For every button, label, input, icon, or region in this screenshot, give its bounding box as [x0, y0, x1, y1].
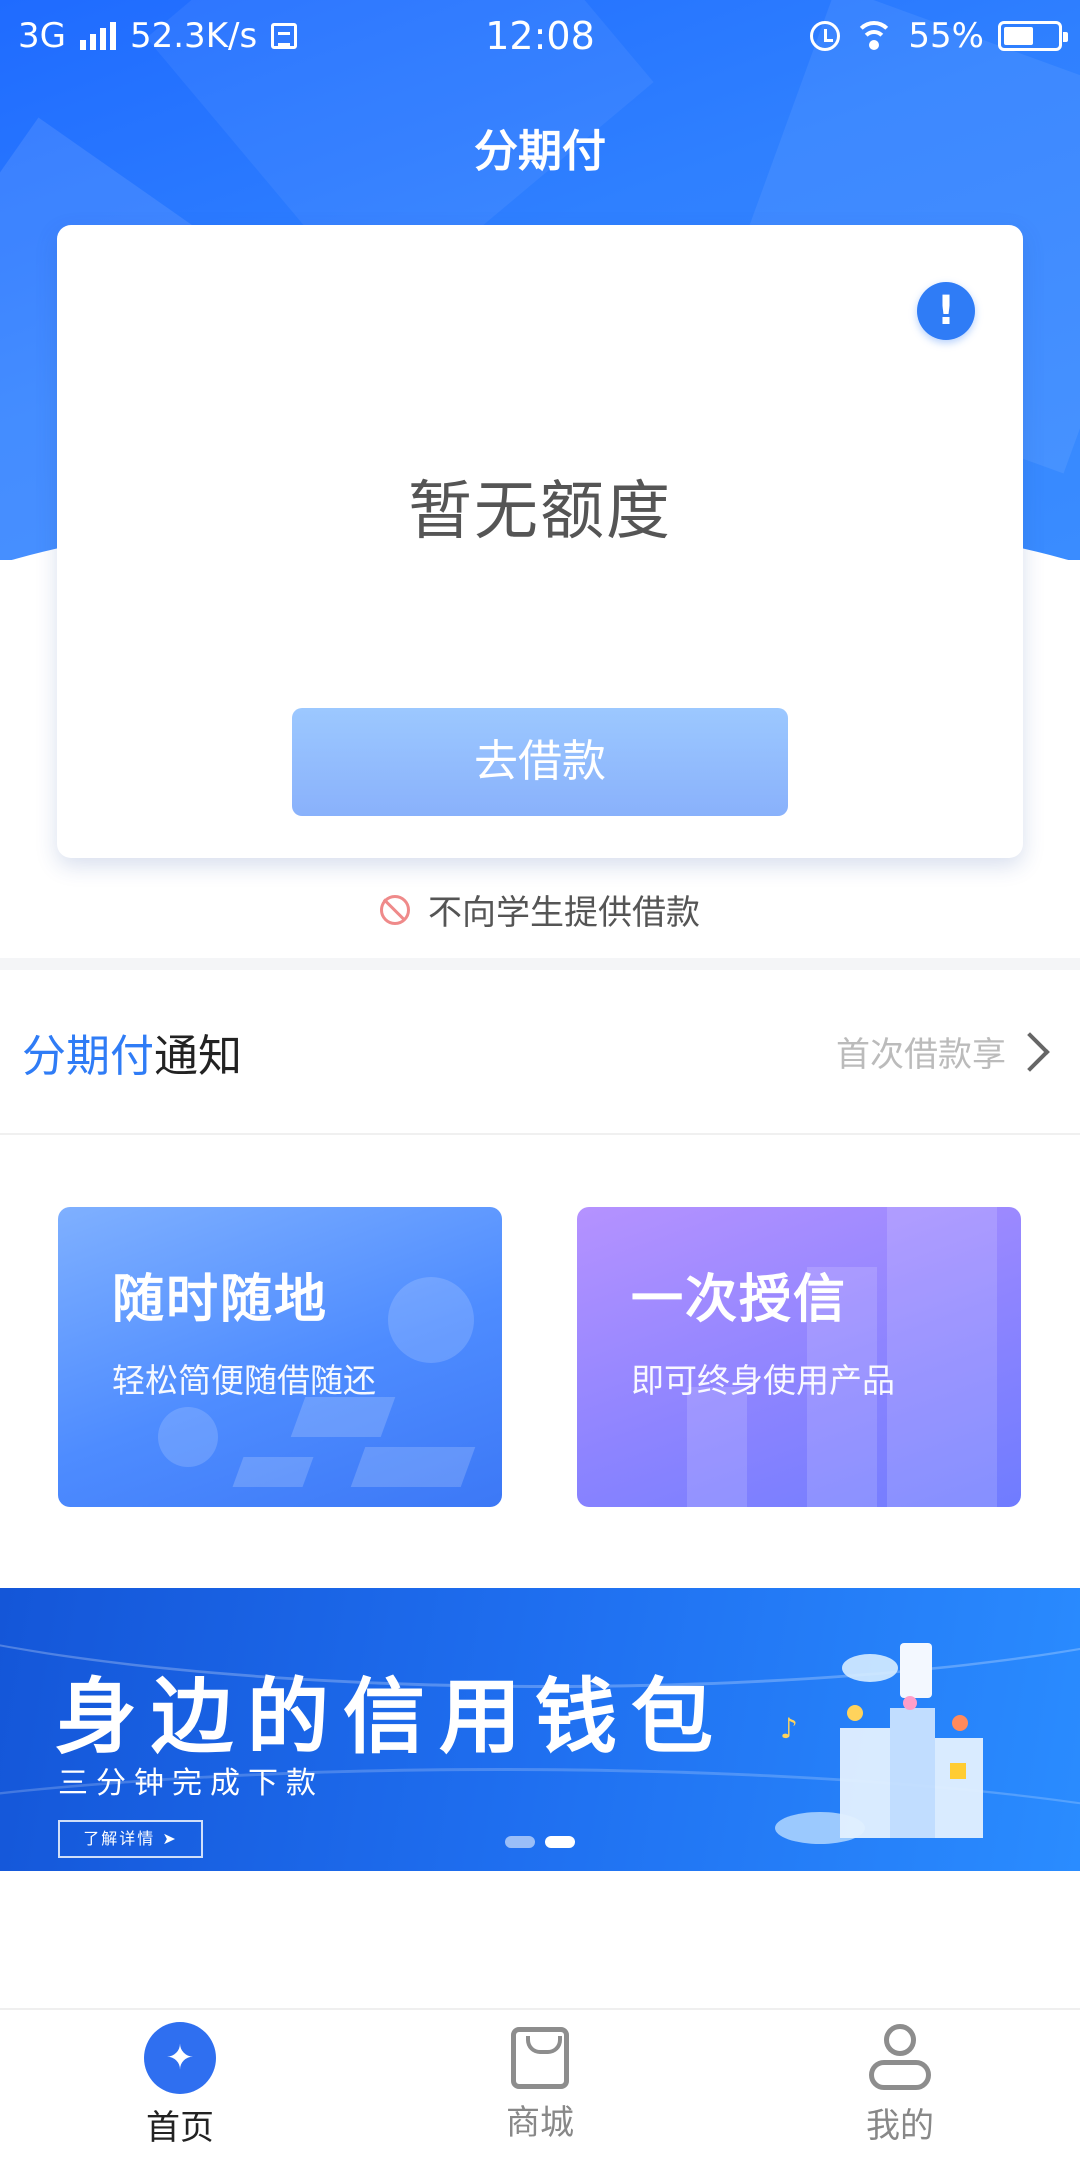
- status-bar: 3G 52.3K/s 12:08 55%: [0, 0, 1080, 72]
- carousel-dot[interactable]: [505, 1836, 535, 1848]
- tab-label: 首页: [146, 2107, 214, 2148]
- notice-message: 首次借款享: [836, 1035, 1006, 1075]
- battery-fill: [1004, 27, 1033, 45]
- coin-icon: [388, 1277, 474, 1363]
- carousel-indicator[interactable]: [0, 1836, 1080, 1848]
- notice-row[interactable]: 分期付通知 首次借款享: [0, 970, 1080, 1135]
- section-divider: [0, 958, 1080, 970]
- status-left: 3G 52.3K/s: [18, 16, 298, 56]
- alarm-icon: [810, 21, 841, 51]
- decorative-shape: [687, 1387, 747, 1507]
- bottom-navigation: 首页 商城 我的: [0, 2008, 1080, 2160]
- tab-label: 我的: [866, 2105, 934, 2146]
- tab-mall[interactable]: 商城: [360, 2010, 720, 2160]
- notice-title-brand: 分期付: [22, 1030, 154, 1082]
- feature-subtitle: 轻松简便随借随还: [112, 1361, 376, 1400]
- info-icon[interactable]: !: [917, 282, 975, 340]
- carousel-dot-active[interactable]: [545, 1836, 575, 1848]
- battery-icon: [998, 21, 1068, 51]
- status-right: 55%: [810, 16, 1068, 56]
- battery-percent: 55%: [908, 16, 984, 56]
- page-title: 分期付: [474, 126, 606, 177]
- network-speed: 52.3K/s: [129, 16, 258, 56]
- decorative-shape: [232, 1457, 314, 1487]
- banner-illustration: ♪: [775, 1643, 983, 1844]
- credit-card: ! 暂无额度 去借款: [57, 225, 1023, 858]
- wifi-icon: [854, 21, 895, 51]
- quota-status: 暂无额度: [408, 475, 672, 549]
- tab-label: 商城: [506, 2102, 574, 2143]
- notification-icon: [271, 23, 298, 49]
- banner-title: 身边的信用钱包: [55, 1670, 728, 1765]
- student-notice-text: 不向学生提供借款: [428, 893, 700, 933]
- tab-home[interactable]: 首页: [0, 2010, 360, 2160]
- shopping-bag-icon: [511, 2026, 569, 2089]
- network-type: 3G: [18, 16, 66, 56]
- tab-profile[interactable]: 我的: [720, 2010, 1080, 2160]
- borrow-button[interactable]: 去借款: [292, 708, 788, 816]
- chevron-right-icon: [1010, 1031, 1050, 1072]
- promo-banner[interactable]: 身边的信用钱包 三分钟完成下款 了解详情 ➤ ♪: [0, 1588, 1080, 1871]
- notice-title: 分期付通知: [22, 1020, 242, 1084]
- feature-card-credit[interactable]: 一次授信 即可终身使用产品: [577, 1207, 1021, 1507]
- ban-icon: [380, 894, 410, 925]
- signal-icon: [79, 22, 116, 50]
- svg-text:♪: ♪: [780, 1712, 798, 1745]
- wallet-icon: [158, 1407, 218, 1467]
- user-icon: [867, 2023, 933, 2092]
- feature-subtitle: 即可终身使用产品: [631, 1361, 895, 1400]
- decorative-shape: [350, 1447, 476, 1487]
- feature-card-anytime[interactable]: 随时随地 轻松简便随借随还: [58, 1207, 502, 1507]
- notice-message-group[interactable]: 首次借款享: [836, 1027, 1058, 1076]
- decorative-shape: [290, 1397, 396, 1437]
- banner-subtitle: 三分钟完成下款: [58, 1766, 324, 1801]
- student-notice: 不向学生提供借款: [0, 885, 1080, 934]
- notice-title-label: 通知: [154, 1030, 242, 1082]
- home-icon: [144, 2021, 216, 2094]
